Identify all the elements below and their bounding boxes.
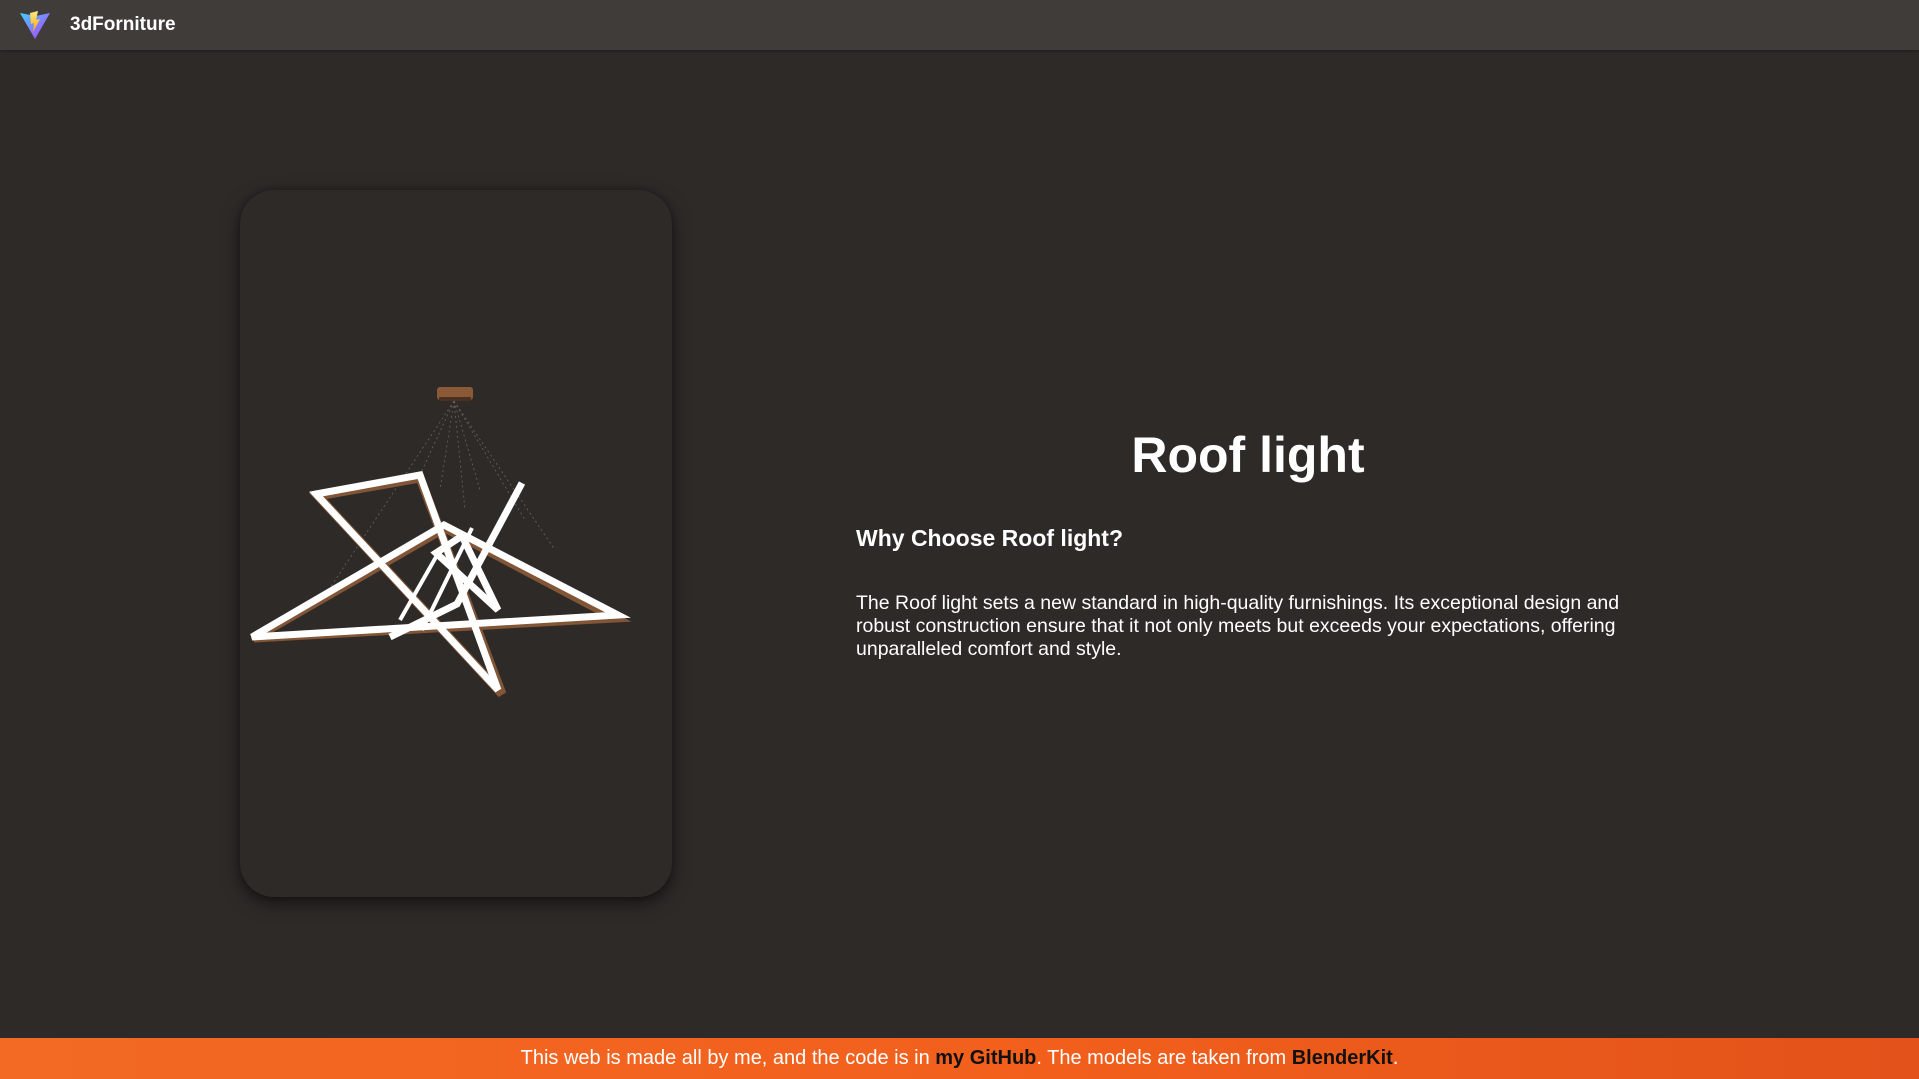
product-subtitle: Why Choose Roof light?	[856, 525, 1124, 551]
roof-light-model-icon	[250, 387, 632, 698]
3d-model-viewer[interactable]	[240, 190, 672, 897]
blenderkit-link[interactable]: BlenderKit	[1292, 1047, 1393, 1069]
product-title: Roof light	[1131, 427, 1365, 483]
top-navbar: 3dForniture	[0, 0, 1919, 50]
github-link[interactable]: my GitHub	[935, 1047, 1036, 1069]
brand-name[interactable]: 3dForniture	[70, 14, 176, 36]
footer-text-middle: . The models are taken from	[1036, 1047, 1292, 1069]
footer-text-after: .	[1392, 1047, 1399, 1069]
footer-bar: This web is made all by me, and the code…	[0, 1038, 1919, 1079]
product-description: The Roof light sets a new standard in hi…	[856, 592, 1620, 660]
vite-logo-icon[interactable]	[19, 10, 51, 40]
footer-text-before: This web is made all by me, and the code…	[520, 1047, 936, 1069]
